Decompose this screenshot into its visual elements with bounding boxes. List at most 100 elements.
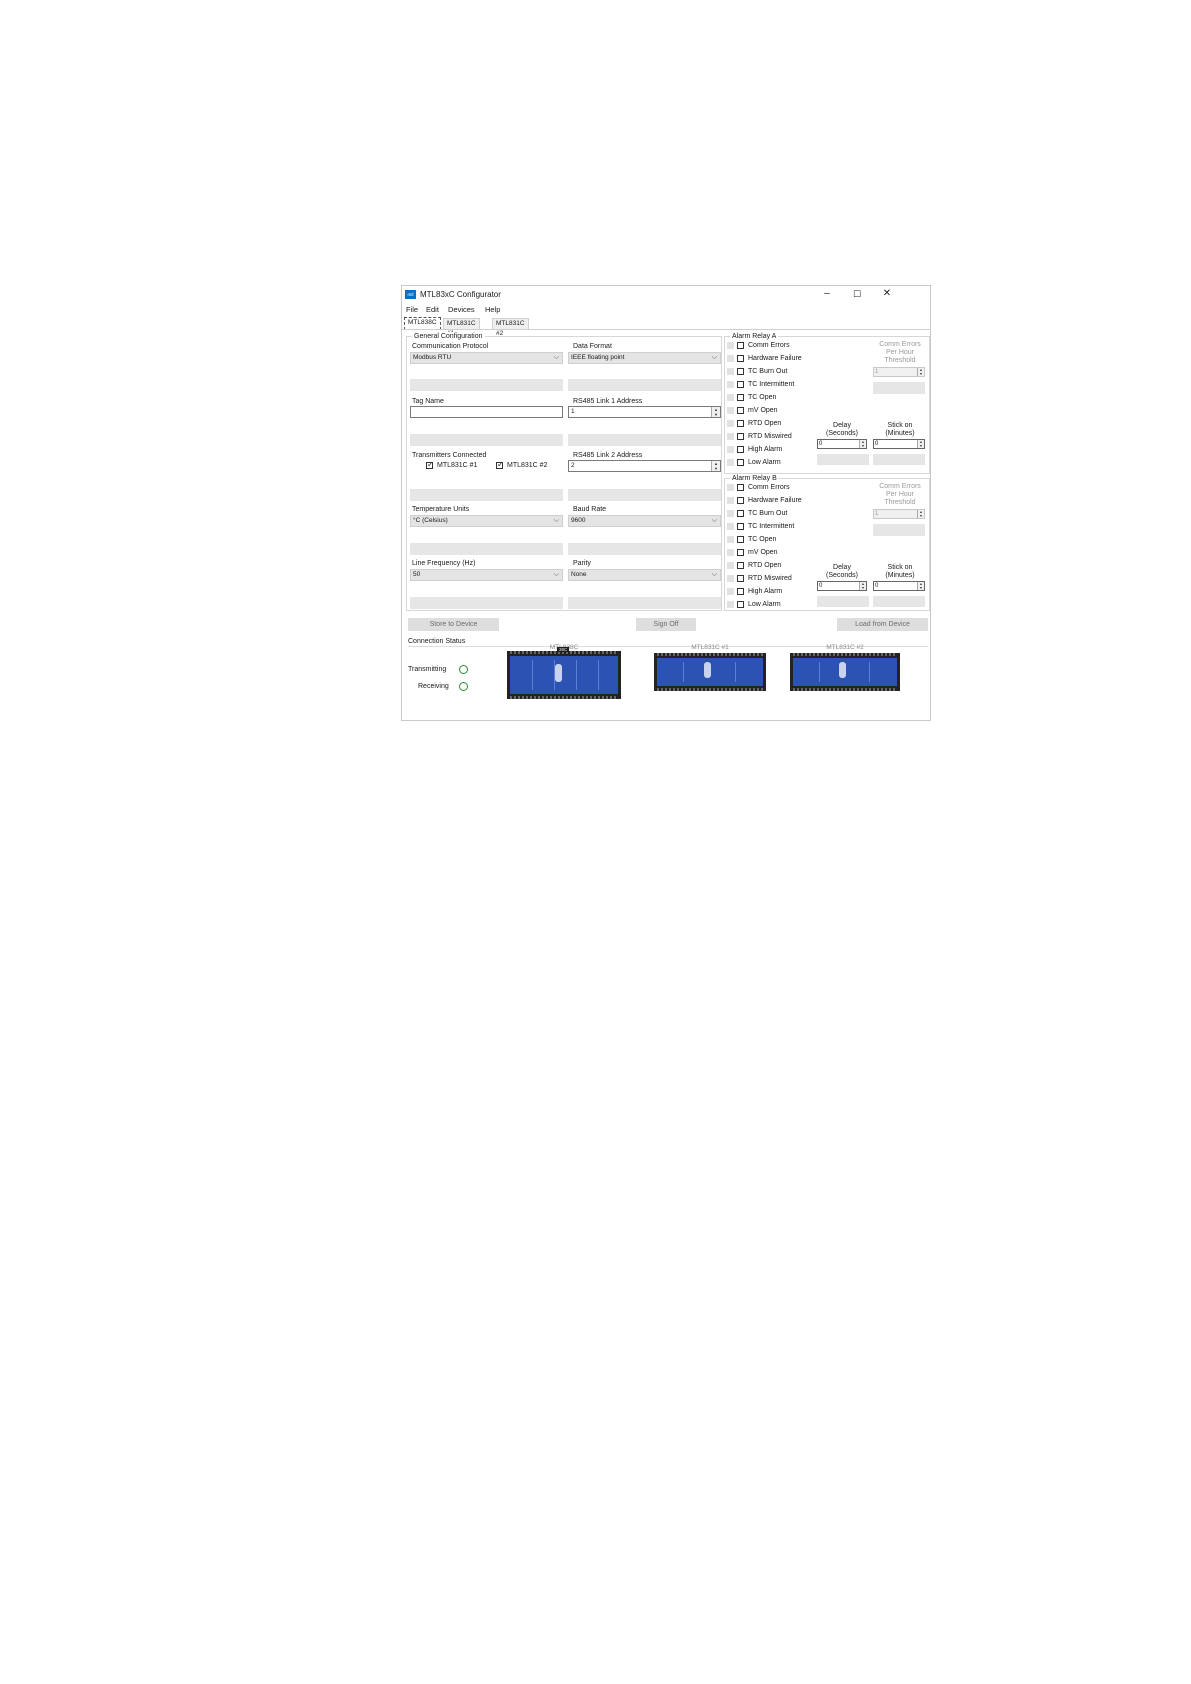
alarm-a-threshold-value: 1 [875, 369, 879, 375]
alarm-a-stick-input[interactable]: 0 ▲ ▼ [873, 439, 925, 449]
alarm_a-label-2: TC Burn Out [748, 368, 788, 375]
rs485-link2-label: RS485 Link 2 Address [573, 452, 643, 459]
parity-select[interactable]: None ⌵ [568, 569, 721, 581]
spinner-arrows-icon[interactable]: ▲ ▼ [917, 368, 924, 376]
terminal-strip [510, 696, 618, 699]
alarm-b-stick-input[interactable]: 0 ▲ ▼ [873, 581, 925, 591]
alarm_a-checkbox-9[interactable] [737, 459, 744, 466]
spinner-arrows-icon[interactable]: ▲ ▼ [711, 407, 720, 417]
alarm_b-checkbox-5[interactable] [737, 549, 744, 556]
transmitter-1-checkbox[interactable]: ✓ [426, 460, 434, 469]
device-slot [598, 660, 599, 690]
alarm-a-threshold-input[interactable]: 1 ▲ ▼ [873, 367, 925, 377]
alarm-indicator-box [727, 420, 734, 427]
alarm-a-delay-status-bar [817, 454, 869, 465]
alarm_b-checkbox-8[interactable] [737, 588, 744, 595]
alarm_b-label-9: Low Alarm [748, 601, 781, 608]
alarm_b-label-3: TC Intermittent [748, 523, 795, 530]
temperature-units-status-bar [410, 543, 563, 555]
alarm_b-label-7: RTD Miswired [748, 575, 792, 582]
temperature-units-label: Temperature Units [412, 506, 470, 513]
alarm-indicator-box [727, 446, 734, 453]
line-frequency-label: Line Frequency (Hz) [412, 560, 476, 567]
transmitters-status-bar [410, 489, 563, 501]
alarm_b-checkbox-2[interactable] [737, 510, 744, 517]
alarm_b-label-6: RTD Open [748, 562, 782, 569]
device-slot [869, 662, 870, 682]
line-frequency-status-bar [410, 597, 563, 609]
device-badge: 38C [557, 647, 570, 652]
alarm_b-checkbox-4[interactable] [737, 536, 744, 543]
alarm_b-checkbox-1[interactable] [737, 497, 744, 504]
spinner-arrows-icon[interactable]: ▲ ▼ [917, 440, 924, 448]
transmitter-2-checkbox[interactable]: ✓ [496, 460, 504, 469]
window-title: MTL83xC Configurator [420, 290, 501, 299]
parity-label: Parity [573, 560, 591, 567]
transmitting-label: Transmitting [408, 666, 447, 673]
alarm-indicator-box [727, 484, 734, 491]
alarm_a-checkbox-4[interactable] [737, 394, 744, 401]
spinner-arrows-icon[interactable]: ▲ ▼ [859, 440, 866, 448]
menu-file[interactable]: File [406, 305, 418, 314]
communication-protocol-select[interactable]: Modbus RTU ⌵ [410, 352, 563, 364]
alarm_a-checkbox-0[interactable] [737, 342, 744, 349]
line-frequency-select[interactable]: 50 ⌵ [410, 569, 563, 581]
device-body [657, 658, 763, 686]
rs485-link2-input[interactable]: 2 ▲ ▼ [568, 460, 721, 472]
menu-edit[interactable]: Edit [426, 305, 439, 314]
load-from-device-button[interactable]: Load from Device [837, 618, 928, 631]
alarm_a-checkbox-8[interactable] [737, 446, 744, 453]
alarm_a-checkbox-3[interactable] [737, 381, 744, 388]
alarm-b-delay-input[interactable]: 0 ▲ ▼ [817, 581, 867, 591]
alarm_b-checkbox-7[interactable] [737, 575, 744, 582]
spinner-arrows-icon[interactable]: ▲ ▼ [711, 461, 720, 471]
alarm_a-checkbox-1[interactable] [737, 355, 744, 362]
alarm-b-stick-value: 0 [875, 583, 879, 589]
chevron-down-icon: ⌵ [553, 571, 559, 578]
alarm-a-delay-input[interactable]: 0 ▲ ▼ [817, 439, 867, 449]
alarm-indicator-box [727, 562, 734, 569]
alarm_a-checkbox-2[interactable] [737, 368, 744, 375]
alarm-indicator-box [727, 394, 734, 401]
device-body [793, 658, 897, 686]
spinner-arrows-icon[interactable]: ▲ ▼ [859, 582, 866, 590]
terminal-strip [793, 653, 897, 656]
alarm_b-checkbox-0[interactable] [737, 484, 744, 491]
alarm-b-stick-status-bar [873, 596, 925, 607]
alarm_b-checkbox-9[interactable] [737, 601, 744, 608]
chevron-down-icon: ⌵ [711, 517, 717, 524]
alarm_a-label-3: TC Intermittent [748, 381, 795, 388]
temperature-units-select[interactable]: °C (Celsius) ⌵ [410, 515, 563, 527]
spinner-arrows-icon[interactable]: ▲ ▼ [917, 582, 924, 590]
alarm_b-checkbox-6[interactable] [737, 562, 744, 569]
alarm-indicator-box [727, 523, 734, 530]
alarm_a-checkbox-5[interactable] [737, 407, 744, 414]
minimize-button[interactable]: – [812, 287, 842, 301]
alarm_a-label-5: mV Open [748, 407, 778, 414]
spinner-arrows-icon[interactable]: ▲ ▼ [917, 510, 924, 518]
sign-off-button[interactable]: Sign Off [636, 618, 696, 631]
device-latch [839, 662, 846, 678]
close-button[interactable]: ✕ [872, 287, 902, 301]
menu-devices[interactable]: Devices [448, 305, 475, 314]
maximize-button[interactable]: ☐ [842, 287, 872, 301]
data-format-select[interactable]: IEEE floating point ⌵ [568, 352, 721, 364]
baud-rate-value: 9600 [571, 517, 586, 524]
alarm_a-checkbox-7[interactable] [737, 433, 744, 440]
menu-help[interactable]: Help [485, 305, 500, 314]
alarm_b-label-5: mV Open [748, 549, 778, 556]
alarm-relay-b-group: Alarm Relay B Comm Errors Hardware Failur… [724, 474, 930, 611]
receiving-indicator-icon [459, 682, 468, 691]
alarm-a-stick-value: 0 [875, 441, 879, 447]
device-slot [735, 662, 736, 682]
chevron-down-icon: ⌵ [711, 571, 717, 578]
alarm_b-checkbox-3[interactable] [737, 523, 744, 530]
terminal-strip [793, 688, 897, 691]
communication-protocol-value: Modbus RTU [413, 354, 452, 361]
rs485-link1-input[interactable]: 1 ▲ ▼ [568, 406, 721, 418]
baud-rate-select[interactable]: 9600 ⌵ [568, 515, 721, 527]
tag-name-input[interactable] [410, 406, 563, 418]
alarm-b-threshold-input[interactable]: 1 ▲ ▼ [873, 509, 925, 519]
store-to-device-button[interactable]: Store to Device [408, 618, 499, 631]
alarm_a-checkbox-6[interactable] [737, 420, 744, 427]
